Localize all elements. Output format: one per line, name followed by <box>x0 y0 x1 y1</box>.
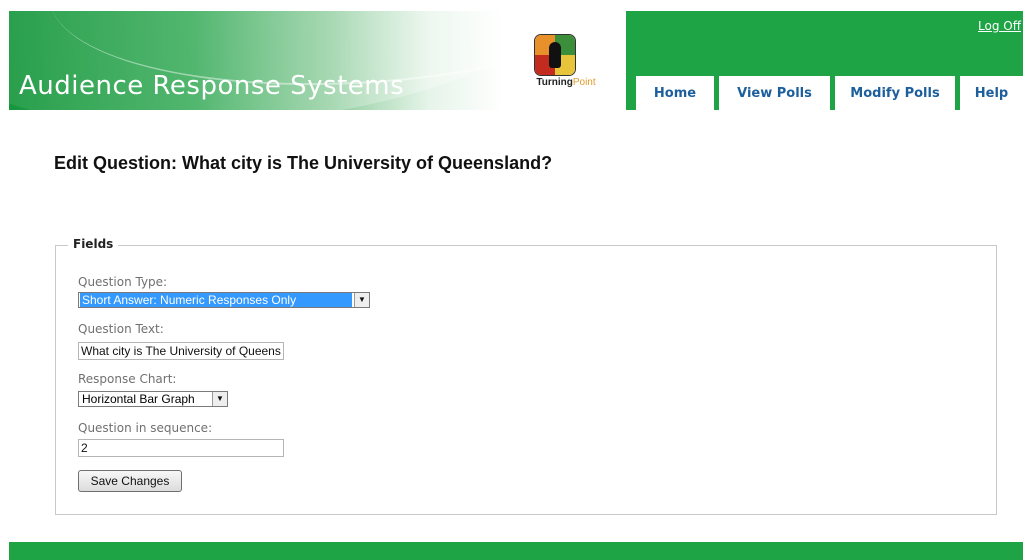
logo-brand-text: TurningPoint <box>521 77 611 88</box>
tab-view-polls[interactable]: View Polls <box>719 76 830 110</box>
logo-brand-light: Point <box>572 77 596 88</box>
chevron-down-icon[interactable]: ▼ <box>354 293 369 307</box>
sequence-label: Question in sequence: <box>78 421 213 435</box>
header-banner: Audience Response Systems TurningPoint <box>9 11 626 110</box>
turningpoint-logo-icon <box>534 34 576 76</box>
question-type-value: Short Answer: Numeric Responses Only <box>80 293 352 307</box>
sequence-input[interactable] <box>78 439 284 457</box>
turningpoint-logo: TurningPoint <box>521 29 611 95</box>
question-type-label: Question Type: <box>78 275 168 289</box>
app-frame: Audience Response Systems TurningPoint L… <box>9 11 1023 560</box>
question-type-select[interactable]: Short Answer: Numeric Responses Only ▼ <box>78 292 370 308</box>
logo-brand-bold: Turning <box>536 77 573 88</box>
main-content: Edit Question: What city is The Universi… <box>9 110 1023 542</box>
chevron-down-icon[interactable]: ▼ <box>212 392 227 406</box>
response-chart-value: Horizontal Bar Graph <box>82 392 195 406</box>
fieldset-legend: Fields <box>68 237 119 251</box>
response-chart-label: Response Chart: <box>78 372 177 386</box>
tab-modify-polls[interactable]: Modify Polls <box>835 76 955 110</box>
question-text-input[interactable] <box>78 342 284 360</box>
save-changes-button[interactable]: Save Changes <box>78 470 182 492</box>
tab-help[interactable]: Help <box>960 76 1023 110</box>
fields-fieldset: Fields Question Type: Short Answer: Nume… <box>55 237 997 515</box>
page-title: Edit Question: What city is The Universi… <box>54 153 553 173</box>
tab-home[interactable]: Home <box>636 76 714 110</box>
logoff-link[interactable]: Log Off <box>978 19 1021 33</box>
app-title: Audience Response Systems <box>19 71 405 101</box>
response-chart-select[interactable]: Horizontal Bar Graph ▼ <box>78 391 228 407</box>
question-text-label: Question Text: <box>78 322 164 336</box>
